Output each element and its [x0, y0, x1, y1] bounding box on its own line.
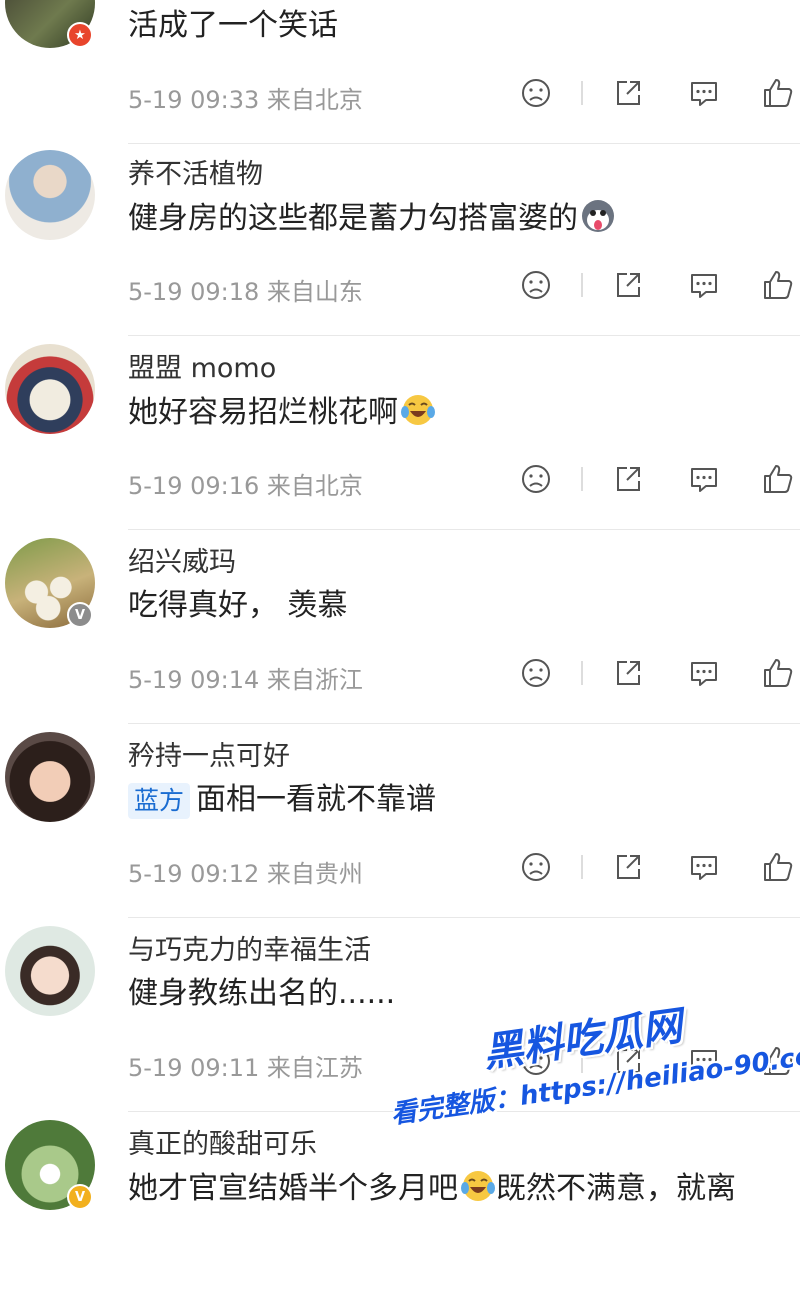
avatar[interactable]	[5, 344, 95, 434]
comment-icon[interactable]	[686, 655, 722, 691]
divider	[128, 529, 800, 530]
comment-actions	[0, 267, 800, 303]
divider	[128, 723, 800, 724]
comment-text: 她好容易招烂桃花啊	[128, 392, 798, 433]
comment-item: ★ 活成了一个笑话 5-19 09:33 来自北京	[0, 0, 800, 152]
share-icon[interactable]	[610, 655, 646, 691]
divider	[581, 661, 583, 685]
divider	[581, 855, 583, 879]
like-icon[interactable]	[760, 655, 796, 691]
share-icon[interactable]	[610, 75, 646, 111]
share-icon[interactable]	[610, 461, 646, 497]
divider	[128, 917, 800, 918]
gray-v-badge-icon: V	[67, 602, 93, 628]
dislike-face-icon[interactable]	[518, 267, 554, 303]
username[interactable]: 真正的酸甜可乐	[128, 1122, 317, 1161]
like-icon[interactable]	[760, 461, 796, 497]
like-icon[interactable]	[760, 267, 796, 303]
avatar[interactable]	[5, 732, 95, 822]
dislike-face-icon[interactable]	[518, 655, 554, 691]
like-icon[interactable]	[760, 849, 796, 885]
yellow-v-badge-icon: V	[67, 1184, 93, 1210]
laugh-cry-emoji-icon	[461, 1171, 495, 1201]
comment-actions	[0, 849, 800, 885]
share-icon[interactable]	[610, 267, 646, 303]
share-icon[interactable]	[610, 849, 646, 885]
comment-icon[interactable]	[686, 849, 722, 885]
husky-emoji-icon	[582, 200, 614, 232]
username[interactable]: 养不活植物	[128, 152, 263, 191]
username[interactable]: 矜持一点可好	[128, 734, 290, 773]
red-star-badge-icon: ★	[67, 22, 93, 48]
comment-item: V 绍兴威玛 吃得真好， 羡慕 5-19 09:14 来自浙江	[0, 538, 800, 732]
comment-actions	[0, 655, 800, 691]
like-icon[interactable]	[760, 75, 796, 111]
comment-text: 健身房的这些都是蓄力勾搭富婆的	[128, 198, 798, 239]
comment-text: 吃得真好， 羡慕	[128, 588, 348, 623]
comment-item: 矜持一点可好 蓝方 面相一看就不靠谱 5-19 09:12 来自贵州	[0, 732, 800, 926]
dislike-face-icon[interactable]	[518, 461, 554, 497]
dislike-face-icon[interactable]	[518, 849, 554, 885]
comment-actions	[0, 461, 800, 497]
comment-icon[interactable]	[686, 461, 722, 497]
username[interactable]: 绍兴威玛	[128, 540, 236, 579]
stance-tag[interactable]: 蓝方	[128, 783, 191, 819]
divider	[128, 335, 800, 336]
username[interactable]: 盟盟 momo	[128, 346, 276, 385]
comment-icon[interactable]	[686, 267, 722, 303]
laugh-cry-emoji-icon	[401, 395, 435, 425]
comment-actions	[0, 75, 800, 111]
divider	[128, 143, 800, 144]
comment-item: 盟盟 momo 她好容易招烂桃花啊 5-19 09:16 来自北京	[0, 344, 800, 538]
avatar[interactable]	[5, 150, 95, 240]
comment-text: 她才官宣结婚半个多月吧 既然不满意，就离	[128, 1168, 798, 1209]
divider	[581, 273, 583, 297]
divider	[581, 467, 583, 491]
comment-icon[interactable]	[686, 75, 722, 111]
comment-item: 养不活植物 健身房的这些都是蓄力勾搭富婆的 5-19 09:18 来自山东	[0, 150, 800, 344]
comment-text: 蓝方 面相一看就不靠谱	[128, 780, 798, 820]
dislike-face-icon[interactable]	[518, 75, 554, 111]
comment-text: 活成了一个笑话	[128, 8, 338, 43]
divider	[581, 81, 583, 105]
username[interactable]: 与巧克力的幸福生活	[128, 928, 371, 967]
avatar[interactable]	[5, 926, 95, 1016]
